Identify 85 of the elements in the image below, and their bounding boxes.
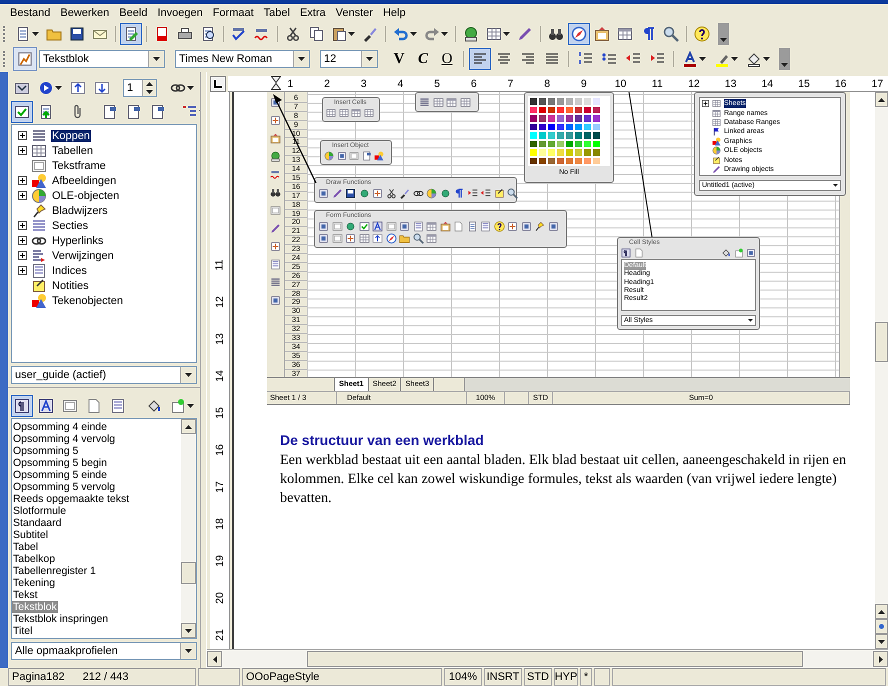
ruler-number: 10 (614, 78, 626, 90)
body-paragraph: Een werkblad bestaat uit een aantal bladen. Elk blad bestaat uit cellen, aaneengeschakeld in rijen en kolommen. Elke cel kan zowel wiskundige formules, tekst als waarden (van vrijwel iedere lengte) bevatten. (280, 451, 848, 508)
paragraph-style-dropdown[interactable]: Tekstblok (39, 50, 165, 68)
ruler-number: 9 (580, 78, 587, 90)
document-dropdown[interactable]: user_guide (actief) (11, 366, 197, 384)
page-name: Pagina182 (12, 670, 65, 685)
page-count: 212 / 443 (82, 670, 128, 685)
font-name-dropdown[interactable]: Times New Roman (175, 50, 310, 68)
ruler-number: 18 (214, 518, 226, 530)
ruler-number: 14 (214, 370, 226, 382)
style-filter-dropdown[interactable]: Alle opmaakprofielen (11, 642, 197, 660)
menu-item[interactable]: Help (378, 7, 411, 19)
style-item[interactable]: Opsomming 5 vervolg (12, 481, 116, 493)
style-item[interactable]: Slotformule (12, 505, 68, 517)
italic-button[interactable]: C (412, 48, 434, 70)
page-style-status: OOoPageStyle (242, 668, 442, 686)
ruler-number: 13 (214, 332, 226, 344)
ruler-number: 13 (724, 78, 736, 90)
menu-item[interactable]: Beeld (114, 7, 152, 19)
style-item[interactable]: Tabelkop (12, 553, 56, 565)
tree-item[interactable]: Notities (51, 280, 90, 292)
style-item[interactable]: Tekstblok inspringen (12, 613, 110, 625)
tree-item[interactable]: Tekstframe (51, 160, 107, 172)
tree-item[interactable]: Secties (51, 220, 90, 232)
tree-item[interactable]: Koppen (51, 130, 91, 142)
font-size-dropdown[interactable]: 12 (320, 50, 378, 68)
style-item[interactable]: Tekst (12, 589, 39, 601)
style-item[interactable]: Opsomming 5 (12, 445, 80, 457)
page-number-field[interactable]: 1 (123, 79, 157, 97)
modified-status: * (580, 668, 592, 686)
ruler-number: 6 (470, 78, 477, 90)
style-item[interactable]: Standaard (12, 517, 62, 529)
underline-button[interactable]: O (436, 48, 458, 70)
style-item[interactable]: Titel (12, 625, 34, 637)
insert-mode-status: INSRT (484, 668, 522, 686)
ruler-number: 12 (214, 296, 226, 308)
ruler-number: 21 (214, 628, 226, 640)
style-item[interactable]: Tabel (12, 541, 40, 553)
ruler-number: 17 (214, 480, 226, 492)
ruler-number: 12 (688, 78, 700, 90)
style-item[interactable]: Opsomming 5 begin (12, 457, 108, 469)
menu-item[interactable]: Bestand (5, 7, 56, 19)
hyperlink-mode-status: HYP (554, 668, 578, 686)
style-item[interactable]: Reeds opgemaakte tekst (12, 493, 130, 505)
bold-button[interactable]: V (388, 48, 410, 70)
style-item[interactable]: Opsomming 5 einde (12, 469, 108, 481)
ruler-number: 19 (214, 554, 226, 566)
ruler-number: 15 (214, 406, 226, 418)
ruler-number: 16 (834, 78, 846, 90)
tree-item[interactable]: Bladwijzers (51, 204, 109, 216)
ruler-number: 4 (397, 78, 404, 90)
menu-item[interactable]: Formaat (208, 7, 259, 19)
ruler-number: 14 (761, 78, 774, 90)
menu-item[interactable]: Invoegen (152, 7, 208, 19)
ruler-number: 11 (214, 259, 226, 270)
ruler-number: 5 (434, 78, 440, 90)
tree-item[interactable]: Verwijzingen (51, 250, 115, 262)
ruler-number: 16 (214, 444, 226, 456)
zoom-status: 104% (444, 668, 482, 686)
ruler-number: 2 (324, 78, 330, 90)
style-item[interactable]: Tabellenregister 1 (12, 565, 97, 577)
style-item[interactable]: Opsomming 4 einde (12, 421, 108, 433)
ruler-number: 1 (287, 78, 294, 90)
tree-item[interactable]: Tekenobjecten (51, 294, 124, 306)
section-heading: De structuur van een werkblad (280, 432, 485, 448)
ruler-number: 20 (214, 592, 226, 604)
style-item[interactable]: Opsomming 4 vervolg (12, 433, 116, 445)
ruler-number: 11 (652, 78, 663, 90)
style-item[interactable]: Subtitel (12, 529, 50, 541)
menu-item[interactable]: Venster (330, 7, 378, 19)
tree-item[interactable]: Indices (51, 264, 88, 276)
ruler-number: 15 (798, 78, 810, 90)
style-item[interactable]: Tekening (12, 577, 56, 589)
tree-item[interactable]: Hyperlinks (51, 234, 104, 246)
selection-mode-status: STD (524, 668, 552, 686)
ruler-number: 8 (544, 78, 550, 90)
tree-item[interactable]: Afbeeldingen (51, 174, 118, 186)
ruler-number: 7 (508, 78, 514, 90)
menu-item[interactable]: Extra (294, 7, 331, 19)
tree-item[interactable]: OLE-objecten (51, 190, 120, 202)
ruler-number: 3 (360, 78, 367, 90)
tree-item[interactable]: Tabellen (51, 144, 94, 156)
menu-item[interactable]: Tabel (258, 7, 295, 19)
menu-item[interactable]: Bewerken (55, 7, 114, 19)
ruler-number: 17 (872, 78, 884, 90)
